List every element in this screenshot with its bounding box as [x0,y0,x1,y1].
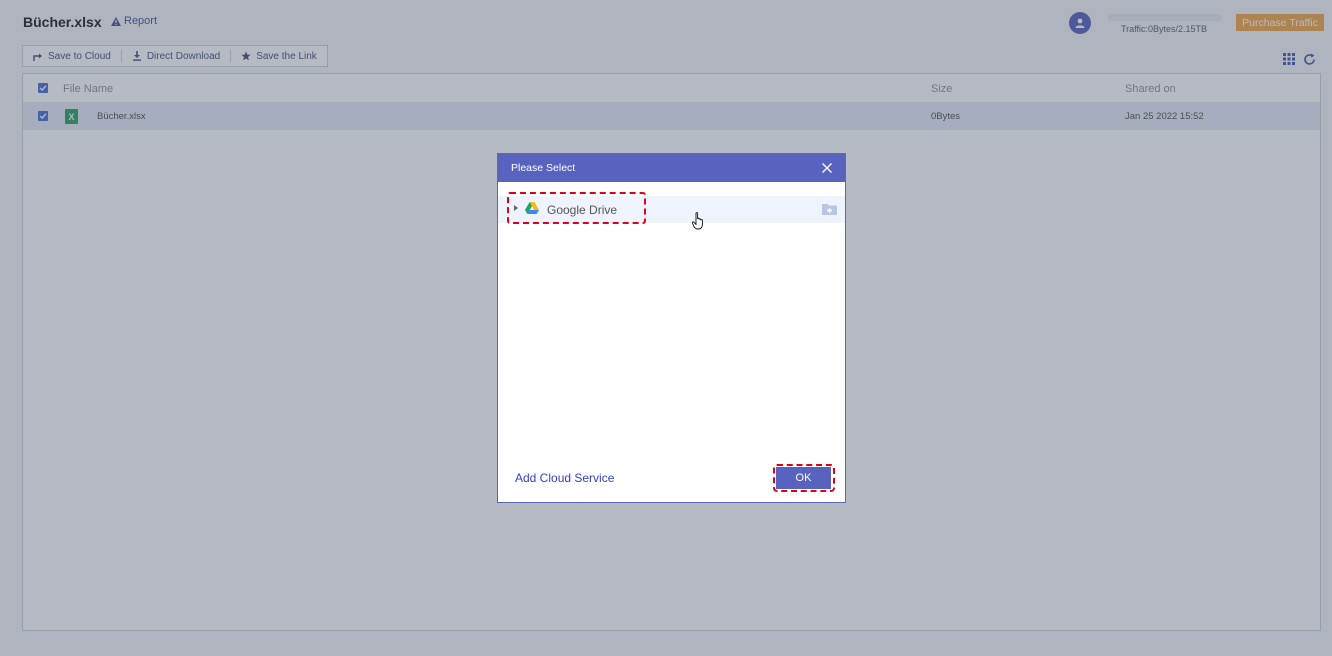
dialog-header: Please Select [498,154,845,182]
hand-cursor-icon [692,212,703,230]
highlight-ok-button [773,464,835,492]
dialog-title: Please Select [511,162,576,174]
add-cloud-service-link[interactable]: Add Cloud Service [515,471,614,485]
select-cloud-dialog: Please Select Google Drive Add Cloud Ser… [497,153,846,503]
close-icon[interactable] [821,162,833,174]
highlight-google-drive [507,192,646,224]
new-folder-icon[interactable] [822,203,837,215]
